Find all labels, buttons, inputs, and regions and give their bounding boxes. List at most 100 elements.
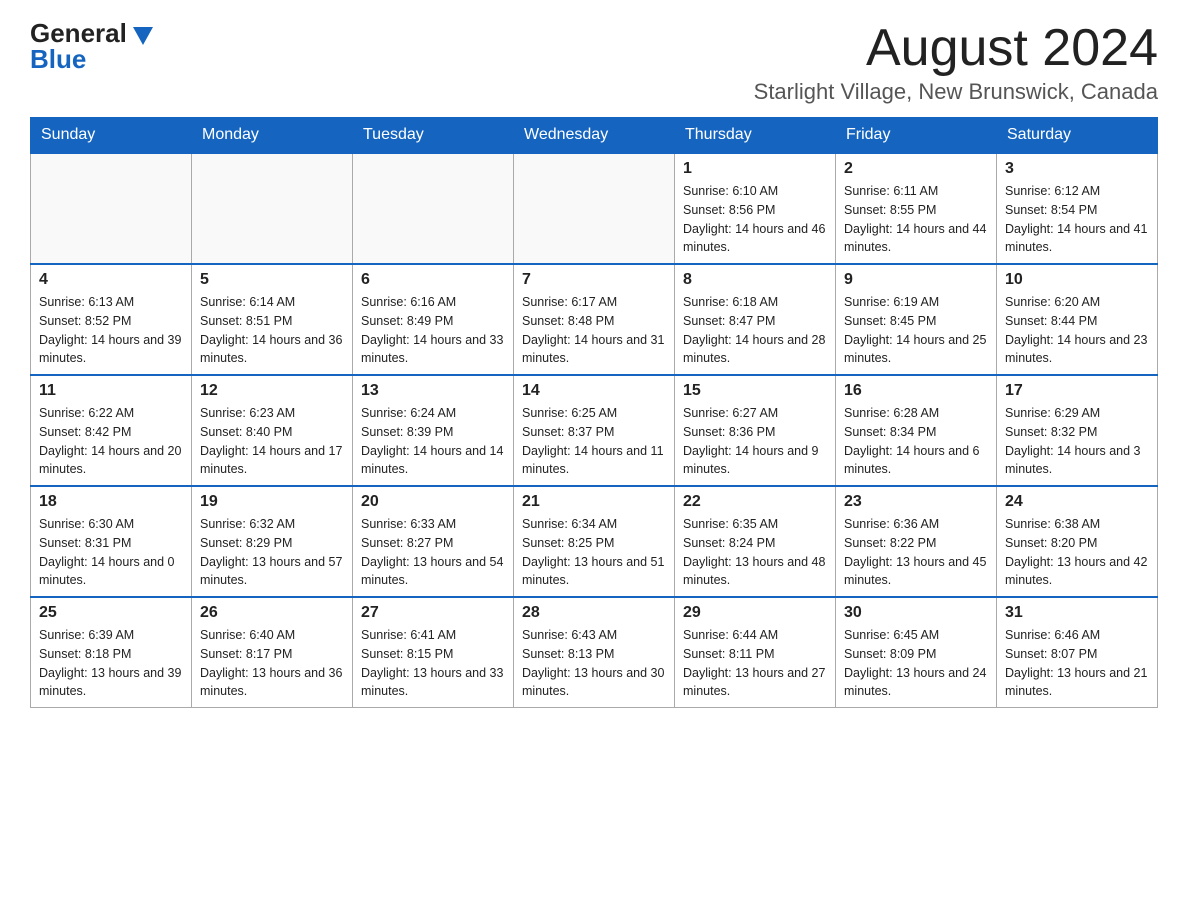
logo-triangle-icon [133, 27, 153, 45]
calendar-cell: 16Sunrise: 6:28 AM Sunset: 8:34 PM Dayli… [836, 375, 997, 486]
calendar-cell: 6 Sunrise: 6:16 AM Sunset: 8:49 PM Daylig… [353, 264, 514, 375]
col-header-sunday: Sunday [31, 118, 192, 154]
calendar-cell: 18Sunrise: 6:30 AM Sunset: 8:31 PM Dayli… [31, 486, 192, 597]
calendar-cell: 27Sunrise: 6:41 AM Sunset: 8:15 PM Dayli… [353, 597, 514, 708]
logo-blue-text: Blue [30, 46, 86, 72]
calendar-week-row: 18Sunrise: 6:30 AM Sunset: 8:31 PM Dayli… [31, 486, 1158, 597]
day-number: 13 [361, 382, 505, 400]
day-info: Sunrise: 6:25 AM Sunset: 8:37 PM Dayligh… [522, 404, 666, 479]
calendar-cell: 24 Sunrise: 6:38 AM Sunset: 8:20 PM Dayli… [997, 486, 1158, 597]
day-number: 14 [522, 382, 666, 400]
calendar-cell: 8 Sunrise: 6:18 AM Sunset: 8:47 PM Daylig… [675, 264, 836, 375]
day-info: Sunrise: 6:22 AM Sunset: 8:42 PM Dayligh… [39, 404, 183, 479]
calendar-week-row: 11 Sunrise: 6:22 AM Sunset: 8:42 PM Dayli… [31, 375, 1158, 486]
logo-general-text: General [30, 20, 127, 46]
day-info: Sunrise: 6:38 AM Sunset: 8:20 PM Dayligh… [1005, 515, 1149, 590]
day-number: 10 [1005, 271, 1149, 289]
day-info: Sunrise: 6:32 AM Sunset: 8:29 PM Dayligh… [200, 515, 344, 590]
day-info: Sunrise: 6:19 AM Sunset: 8:45 PM Dayligh… [844, 293, 988, 368]
calendar-cell: 19Sunrise: 6:32 AM Sunset: 8:29 PM Dayli… [192, 486, 353, 597]
calendar-cell: 15 Sunrise: 6:27 AM Sunset: 8:36 PM Dayli… [675, 375, 836, 486]
calendar-cell: 30 Sunrise: 6:45 AM Sunset: 8:09 PM Dayli… [836, 597, 997, 708]
calendar-header-row: SundayMondayTuesdayWednesdayThursdayFrid… [31, 118, 1158, 154]
day-number: 25 [39, 604, 183, 622]
day-info: Sunrise: 6:28 AM Sunset: 8:34 PM Dayligh… [844, 404, 988, 479]
calendar-cell: 5 Sunrise: 6:14 AM Sunset: 8:51 PM Daylig… [192, 264, 353, 375]
calendar-cell: 26 Sunrise: 6:40 AM Sunset: 8:17 PM Dayli… [192, 597, 353, 708]
calendar-cell [192, 153, 353, 264]
day-number: 1 [683, 160, 827, 178]
col-header-saturday: Saturday [997, 118, 1158, 154]
day-number: 3 [1005, 160, 1149, 178]
day-number: 11 [39, 382, 183, 400]
calendar-week-row: 1 Sunrise: 6:10 AM Sunset: 8:56 PM Daylig… [31, 153, 1158, 264]
day-number: 30 [844, 604, 988, 622]
calendar-cell: 9 Sunrise: 6:19 AM Sunset: 8:45 PM Daylig… [836, 264, 997, 375]
calendar-cell [31, 153, 192, 264]
day-info: Sunrise: 6:12 AM Sunset: 8:54 PM Dayligh… [1005, 182, 1149, 257]
calendar-cell: 14 Sunrise: 6:25 AM Sunset: 8:37 PM Dayli… [514, 375, 675, 486]
day-number: 6 [361, 271, 505, 289]
day-info: Sunrise: 6:45 AM Sunset: 8:09 PM Dayligh… [844, 626, 988, 701]
calendar-cell: 12Sunrise: 6:23 AM Sunset: 8:40 PM Dayli… [192, 375, 353, 486]
day-info: Sunrise: 6:27 AM Sunset: 8:36 PM Dayligh… [683, 404, 827, 479]
day-info: Sunrise: 6:29 AM Sunset: 8:32 PM Dayligh… [1005, 404, 1149, 479]
day-number: 27 [361, 604, 505, 622]
day-info: Sunrise: 6:10 AM Sunset: 8:56 PM Dayligh… [683, 182, 827, 257]
day-number: 8 [683, 271, 827, 289]
logo: General Blue [30, 20, 153, 72]
day-info: Sunrise: 6:36 AM Sunset: 8:22 PM Dayligh… [844, 515, 988, 590]
col-header-tuesday: Tuesday [353, 118, 514, 154]
page-header: General Blue August 2024 Starlight Villa… [30, 20, 1158, 105]
day-info: Sunrise: 6:24 AM Sunset: 8:39 PM Dayligh… [361, 404, 505, 479]
calendar-body: 1 Sunrise: 6:10 AM Sunset: 8:56 PM Daylig… [31, 153, 1158, 708]
calendar-cell: 29Sunrise: 6:44 AM Sunset: 8:11 PM Dayli… [675, 597, 836, 708]
day-number: 23 [844, 493, 988, 511]
day-info: Sunrise: 6:40 AM Sunset: 8:17 PM Dayligh… [200, 626, 344, 701]
calendar-cell: 22Sunrise: 6:35 AM Sunset: 8:24 PM Dayli… [675, 486, 836, 597]
day-info: Sunrise: 6:39 AM Sunset: 8:18 PM Dayligh… [39, 626, 183, 701]
day-number: 20 [361, 493, 505, 511]
day-info: Sunrise: 6:13 AM Sunset: 8:52 PM Dayligh… [39, 293, 183, 368]
day-info: Sunrise: 6:14 AM Sunset: 8:51 PM Dayligh… [200, 293, 344, 368]
day-number: 29 [683, 604, 827, 622]
day-info: Sunrise: 6:43 AM Sunset: 8:13 PM Dayligh… [522, 626, 666, 701]
day-number: 9 [844, 271, 988, 289]
calendar-week-row: 4 Sunrise: 6:13 AM Sunset: 8:52 PM Daylig… [31, 264, 1158, 375]
calendar-week-row: 25 Sunrise: 6:39 AM Sunset: 8:18 PM Dayli… [31, 597, 1158, 708]
day-info: Sunrise: 6:17 AM Sunset: 8:48 PM Dayligh… [522, 293, 666, 368]
calendar-cell: 11 Sunrise: 6:22 AM Sunset: 8:42 PM Dayli… [31, 375, 192, 486]
day-info: Sunrise: 6:18 AM Sunset: 8:47 PM Dayligh… [683, 293, 827, 368]
calendar-cell: 10 Sunrise: 6:20 AM Sunset: 8:44 PM Dayli… [997, 264, 1158, 375]
col-header-friday: Friday [836, 118, 997, 154]
day-number: 26 [200, 604, 344, 622]
calendar-cell: 13 Sunrise: 6:24 AM Sunset: 8:39 PM Dayli… [353, 375, 514, 486]
day-info: Sunrise: 6:35 AM Sunset: 8:24 PM Dayligh… [683, 515, 827, 590]
calendar-cell: 3 Sunrise: 6:12 AM Sunset: 8:54 PM Daylig… [997, 153, 1158, 264]
calendar-cell: 23 Sunrise: 6:36 AM Sunset: 8:22 PM Dayli… [836, 486, 997, 597]
day-number: 4 [39, 271, 183, 289]
day-number: 5 [200, 271, 344, 289]
calendar-cell [353, 153, 514, 264]
day-number: 12 [200, 382, 344, 400]
col-header-wednesday: Wednesday [514, 118, 675, 154]
day-number: 15 [683, 382, 827, 400]
day-number: 28 [522, 604, 666, 622]
calendar-cell: 2Sunrise: 6:11 AM Sunset: 8:55 PM Daylig… [836, 153, 997, 264]
calendar-cell: 20Sunrise: 6:33 AM Sunset: 8:27 PM Dayli… [353, 486, 514, 597]
calendar-table: SundayMondayTuesdayWednesdayThursdayFrid… [30, 117, 1158, 708]
day-number: 18 [39, 493, 183, 511]
day-number: 7 [522, 271, 666, 289]
calendar-cell [514, 153, 675, 264]
calendar-cell: 17Sunrise: 6:29 AM Sunset: 8:32 PM Dayli… [997, 375, 1158, 486]
location-title: Starlight Village, New Brunswick, Canada [754, 79, 1158, 105]
calendar-cell: 1 Sunrise: 6:10 AM Sunset: 8:56 PM Daylig… [675, 153, 836, 264]
day-number: 24 [1005, 493, 1149, 511]
day-number: 31 [1005, 604, 1149, 622]
day-info: Sunrise: 6:20 AM Sunset: 8:44 PM Dayligh… [1005, 293, 1149, 368]
day-info: Sunrise: 6:16 AM Sunset: 8:49 PM Dayligh… [361, 293, 505, 368]
day-info: Sunrise: 6:11 AM Sunset: 8:55 PM Dayligh… [844, 182, 988, 257]
calendar-cell: 7 Sunrise: 6:17 AM Sunset: 8:48 PM Daylig… [514, 264, 675, 375]
calendar-cell: 31Sunrise: 6:46 AM Sunset: 8:07 PM Dayli… [997, 597, 1158, 708]
calendar-cell: 21Sunrise: 6:34 AM Sunset: 8:25 PM Dayli… [514, 486, 675, 597]
